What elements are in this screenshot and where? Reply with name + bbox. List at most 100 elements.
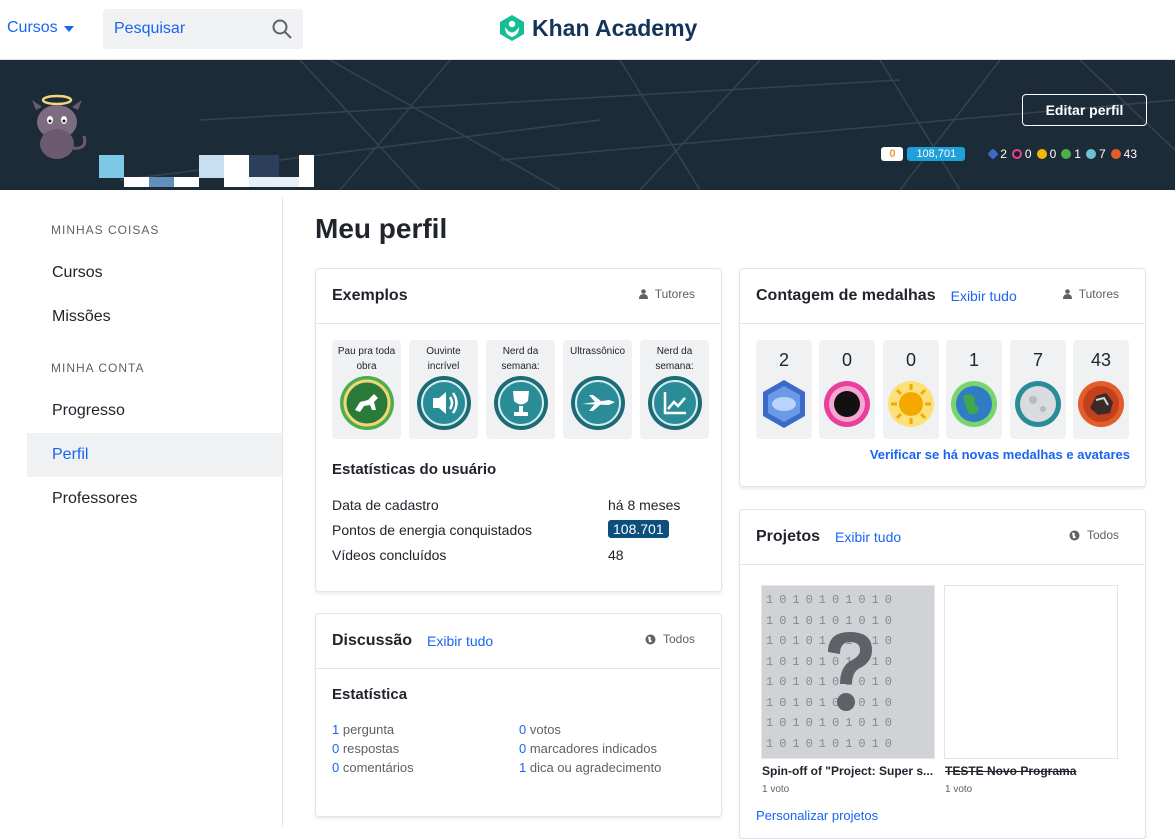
horse-badge-icon [340,376,394,430]
card-title: Contagem de medalhas [756,287,936,304]
logo-text: Khan Academy [532,14,698,41]
project-title[interactable]: Spin-off of "Project: Super s... [762,764,936,778]
medal-tile-challenge-patch[interactable]: 43 [1073,340,1129,439]
projects-card: Projetos Exibir tudo Todos 1010101010 101… [739,509,1146,839]
customize-projects-link[interactable]: Personalizar projetos [756,808,878,823]
project-thumbnail[interactable]: 1010101010 1010101010 1010101010 1010101010… [761,585,935,759]
earth-badge-icon [1061,149,1072,159]
question-mark-icon [828,632,872,711]
discussion-stat: 1 dica ou agradecimento [519,760,662,775]
globe-icon [1069,530,1080,540]
search-input[interactable] [114,20,264,38]
challenge-patch-icon [1110,149,1121,159]
speaker-badge-icon [417,376,471,430]
globe-icon [645,634,656,644]
badge-tile[interactable]: Nerd da semana: prática [640,340,709,439]
badge-count-challenge: 43 [1110,147,1137,161]
badge-count-card: Contagem de medalhas Exibir tudo Tutores… [739,268,1146,487]
stat-label: Vídeos concluídos [332,547,447,563]
courses-label: Cursos [7,19,58,36]
black-hole-badge-icon [824,381,870,427]
badge-tile[interactable]: Pau pra toda obra [332,340,401,439]
energy-points-badge: 108,701 [907,147,966,161]
top-nav: Cursos Khan Academy [0,0,1175,60]
card-title: Projetos [756,528,821,545]
project-votes: 1 voto [945,784,973,795]
discussion-stat: 0 marcadores indicados [519,741,658,756]
sun-badge-icon [888,381,934,427]
section-label-my-account: MINHA CONTA [51,361,145,375]
medal-tile-black-hole[interactable]: 0 [819,340,875,439]
badge-tile[interactable]: Ultrassônico [563,340,632,439]
sidebar: MINHAS COISAS Cursos Missões MINHA CONTA… [27,190,283,826]
stat-label: Data de cadastro [332,497,439,513]
chart-badge-icon [648,376,702,430]
visibility-indicator[interactable]: Todos [1069,528,1119,542]
badge-count-moon: 7 [1085,147,1106,161]
black-hole-badge-icon [1011,149,1022,159]
project-title[interactable]: TESTE Novo Programa [945,764,1119,778]
edit-profile-button[interactable]: Editar perfil [1022,94,1147,126]
banner-stats: 0 108,701 2 0 0 1 7 43 [881,147,1142,161]
page-title: Meu perfil [315,213,448,244]
card-header: Projetos Exibir tudo Todos [740,510,1145,565]
medal-tile-sun[interactable]: 0 [883,340,939,439]
discussion-stat: 1 pergunta [332,722,395,737]
discussion-stat: 0 respostas [332,741,400,756]
badges-showcase-card: Exemplos Tutores Pau pra toda obra Ouvin… [315,268,722,592]
badge-count-meteorite: 2 [987,147,1007,161]
stat-value: 48 [608,547,624,563]
meteorite-badge-icon [763,380,805,428]
redacted-username [99,155,314,187]
avatar[interactable] [22,92,92,162]
badge-count-black-hole: 0 [1011,147,1032,161]
section-label-my-stuff: MINHAS COISAS [51,223,160,237]
discussion-stats-title: Estatística [332,686,408,703]
courses-menu[interactable]: Cursos [7,19,74,37]
card-header: Contagem de medalhas Exibir tudo Tutores [740,269,1145,324]
medal-tile-moon[interactable]: 7 [1010,340,1066,439]
card-header: Discussão Exibir tudo Todos [316,614,721,669]
discussion-stat: 0 comentários [332,760,414,775]
view-all-link[interactable]: Exibir tudo [835,529,901,545]
search-box[interactable] [103,9,303,49]
stat-label: Pontos de energia conquistados [332,522,533,538]
medal-tile-meteorite[interactable]: 2 [756,340,812,439]
trophy-badge-icon [494,376,548,430]
challenge-patch-icon [1078,381,1124,427]
khan-academy-logo[interactable]: Khan Academy [499,14,697,42]
sidebar-item-progress[interactable]: Progresso [27,389,282,433]
badge-count-earth: 1 [1061,147,1081,161]
card-title: Exemplos [332,287,408,304]
sidebar-item-missions[interactable]: Missões [27,295,282,339]
project-thumbnail[interactable] [944,585,1118,759]
sun-badge-icon [1036,149,1047,159]
visibility-indicator[interactable]: Todos [645,632,695,646]
discussion-card: Discussão Exibir tudo Todos Estatística … [315,613,722,817]
check-new-badges-link[interactable]: Verificar se há novas medalhas e avatare… [870,447,1130,462]
sidebar-item-profile[interactable]: Perfil [27,433,282,477]
person-icon [1062,289,1072,299]
badge-tile[interactable]: Nerd da semana: domi... [486,340,555,439]
visibility-indicator[interactable]: Tutores [1062,287,1119,301]
card-title: Discussão [332,632,413,649]
energy-points-value: 108.701 [608,520,669,538]
person-icon [638,289,648,299]
badge-tile[interactable]: Ouvinte incrível [409,340,478,439]
view-all-link[interactable]: Exibir tudo [951,288,1017,304]
project-votes: 1 voto [762,784,790,795]
sidebar-item-teachers[interactable]: Professores [27,477,282,521]
badge-count-sun: 0 [1036,147,1056,161]
sidebar-item-courses[interactable]: Cursos [27,251,282,295]
earth-badge-icon [951,381,997,427]
search-icon[interactable] [272,19,292,39]
card-header: Exemplos Tutores [316,269,721,324]
moon-badge-icon [1085,149,1096,159]
khan-logo-icon [500,15,524,41]
visibility-indicator[interactable]: Tutores [638,287,695,301]
jet-badge-icon [571,376,625,430]
medal-tile-earth[interactable]: 1 [946,340,1002,439]
caret-down-icon [63,26,74,32]
discussion-stat: 0 votos [519,722,561,737]
view-all-link[interactable]: Exibir tudo [427,633,493,649]
